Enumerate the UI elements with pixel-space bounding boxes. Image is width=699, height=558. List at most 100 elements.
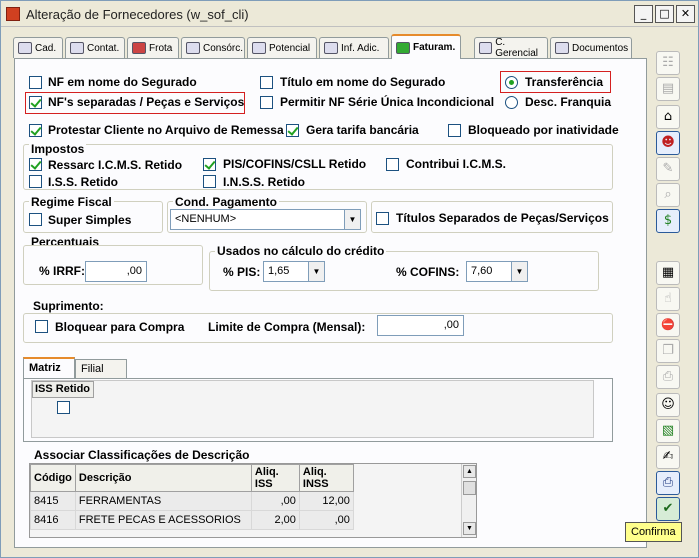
- transferencia-radio[interactable]: [505, 76, 518, 89]
- table-row[interactable]: 8415 FERRAMENTAS ,00 12,00: [30, 491, 354, 511]
- house-icon[interactable]: ⌂: [656, 105, 680, 129]
- table-header-row: Código Descrição Aliq. ISS Aliq. INSS: [30, 464, 354, 492]
- tab-filial[interactable]: Filial: [75, 359, 127, 378]
- tab-documentos[interactable]: Documentos: [550, 37, 632, 58]
- copy-icon[interactable]: ❐: [656, 339, 680, 363]
- tab-label: Contat.: [87, 42, 120, 54]
- col-codigo: Código: [30, 464, 76, 492]
- titulos-separados-checkbox[interactable]: [376, 212, 389, 225]
- tab-c-gerencial[interactable]: C. Gerencial: [474, 37, 548, 59]
- tag-icon[interactable]: ✎: [656, 157, 680, 181]
- permitir-nf-checkbox[interactable]: [260, 96, 273, 109]
- main-window: Alteração de Fornecedores (w_sof_cli) _ …: [0, 0, 699, 558]
- tab-strip: Cad. Contat. Frota Consórc. Potencial In…: [9, 34, 649, 59]
- chevron-down-icon[interactable]: ▼: [511, 262, 527, 281]
- col-aliq-inss: Aliq. INSS: [298, 464, 354, 492]
- minimize-button[interactable]: _: [634, 5, 653, 23]
- maximize-button[interactable]: □: [655, 5, 674, 23]
- search-doc-icon[interactable]: ⌕: [656, 183, 680, 207]
- tab-cad[interactable]: Cad.: [13, 37, 63, 58]
- contribui-icms-label: Contribui I.C.M.S.: [406, 157, 506, 171]
- pis-select[interactable]: 1,65 ▼: [263, 261, 325, 282]
- cell-aliq-inss: ,00: [298, 510, 354, 530]
- super-simples-checkbox[interactable]: [29, 213, 42, 226]
- desc-franquia-radio[interactable]: [505, 96, 518, 109]
- protestar-checkbox[interactable]: [29, 124, 42, 137]
- nf-separadas-checkbox[interactable]: [29, 96, 42, 109]
- calendar-icon: [252, 42, 266, 54]
- irrf-input[interactable]: ,00: [85, 261, 147, 282]
- user-icon[interactable]: ☻: [656, 131, 680, 155]
- iss-retido-label: I.S.S. Retido: [48, 175, 119, 189]
- contribui-icms-checkbox[interactable]: [386, 158, 399, 171]
- tab-matriz[interactable]: Matriz: [23, 357, 75, 378]
- limite-compra-label: Limite de Compra (Mensal):: [208, 320, 366, 334]
- tab-label: Cad.: [35, 42, 57, 54]
- print-icon[interactable]: ⎙: [656, 365, 680, 389]
- ressarc-icms-checkbox[interactable]: [29, 158, 42, 171]
- inss-retido-checkbox[interactable]: [203, 175, 216, 188]
- gera-tarifa-checkbox[interactable]: [286, 124, 299, 137]
- printer-icon[interactable]: ⎙: [656, 471, 680, 495]
- super-simples-label: Super Simples: [48, 213, 132, 227]
- table-row[interactable]: 8416 FRETE PECAS E ACESSORIOS 2,00 ,00: [30, 510, 354, 530]
- thumb-icon[interactable]: ☝: [656, 287, 680, 311]
- title-bar[interactable]: Alteração de Fornecedores (w_sof_cli) _ …: [1, 1, 698, 27]
- truck-icon: [132, 42, 146, 54]
- assoc-title: Associar Classificações de Descrição: [34, 448, 250, 462]
- inss-retido-label: I.N.S.S. Retido: [223, 175, 306, 189]
- money-bag-icon[interactable]: $: [656, 209, 680, 233]
- scroll-thumb[interactable]: [463, 481, 476, 495]
- protestar-label: Protestar Cliente no Arquivo de Remessa: [48, 123, 284, 137]
- table-icon[interactable]: ▤: [656, 77, 680, 101]
- clipboard-icon[interactable]: ▧: [656, 419, 680, 443]
- window-title: Alteração de Fornecedores (w_sof_cli): [26, 7, 249, 22]
- titulo-segurado-label: Título em nome do Segurado: [280, 75, 446, 89]
- iss-retido-checkbox[interactable]: [29, 175, 42, 188]
- users-icon[interactable]: ☺: [656, 393, 680, 417]
- assoc-table: Código Descrição Aliq. ISS Aliq. INSS 84…: [30, 464, 354, 530]
- transferencia-label: Transferência: [525, 75, 604, 89]
- col-aliq-iss: Aliq. ISS: [250, 464, 300, 492]
- confirm-icon[interactable]: ✔: [656, 497, 680, 521]
- vertical-scrollbar[interactable]: ▲ ▼: [461, 464, 476, 537]
- scroll-down-icon[interactable]: ▼: [463, 522, 476, 535]
- iss-grid: ISS Retido: [31, 380, 594, 438]
- nf-segurado-checkbox[interactable]: [29, 76, 42, 89]
- bloquear-compra-checkbox[interactable]: [35, 320, 48, 333]
- tab-potencial[interactable]: Potencial: [247, 37, 317, 58]
- money-bag-icon: [396, 41, 410, 54]
- tab-contat[interactable]: Contat.: [65, 37, 125, 58]
- bloqueado-checkbox[interactable]: [448, 124, 461, 137]
- tab-consorc[interactable]: Consórc.: [181, 37, 245, 58]
- matriz-panel: ISS Retido: [23, 378, 613, 442]
- note-icon[interactable]: ✍: [656, 445, 680, 469]
- cofins-value: 7,60: [471, 265, 493, 277]
- cell-codigo: 8415: [30, 491, 76, 511]
- tab-frota[interactable]: Frota: [127, 37, 179, 58]
- titulo-segurado-checkbox[interactable]: [260, 76, 273, 89]
- permitir-nf-label: Permitir NF Série Única Incondicional: [280, 95, 495, 109]
- stop-icon[interactable]: ⛔: [656, 313, 680, 337]
- report-icon[interactable]: ▦: [656, 261, 680, 285]
- tab-label: Potencial: [269, 42, 311, 54]
- limite-compra-input[interactable]: ,00: [377, 315, 464, 336]
- cell-aliq-iss: 2,00: [250, 510, 300, 530]
- chevron-down-icon[interactable]: ▼: [308, 262, 324, 281]
- scroll-up-icon[interactable]: ▲: [463, 465, 476, 478]
- nf-segurado-label: NF em nome do Segurado: [48, 75, 197, 89]
- close-button[interactable]: ✕: [676, 5, 695, 23]
- tree-icon[interactable]: ☷: [656, 51, 680, 75]
- tab-label: C. Gerencial: [495, 37, 538, 59]
- pis-label: % PIS:: [223, 265, 261, 279]
- tab-label: Frota: [149, 42, 173, 54]
- pis-value: 1,65: [268, 265, 290, 277]
- cond-pagamento-select[interactable]: <NENHUM> ▼: [170, 209, 361, 230]
- pis-cofins-checkbox[interactable]: [203, 158, 216, 171]
- chevron-down-icon[interactable]: ▼: [344, 210, 360, 229]
- tab-inf-adic[interactable]: Inf. Adic.: [319, 37, 389, 58]
- cell-descricao: FRETE PECAS E ACESSORIOS: [74, 510, 252, 530]
- iss-retido-row-checkbox[interactable]: [57, 401, 70, 414]
- cofins-select[interactable]: 7,60 ▼: [466, 261, 528, 282]
- tab-faturam[interactable]: Faturam.: [391, 34, 461, 59]
